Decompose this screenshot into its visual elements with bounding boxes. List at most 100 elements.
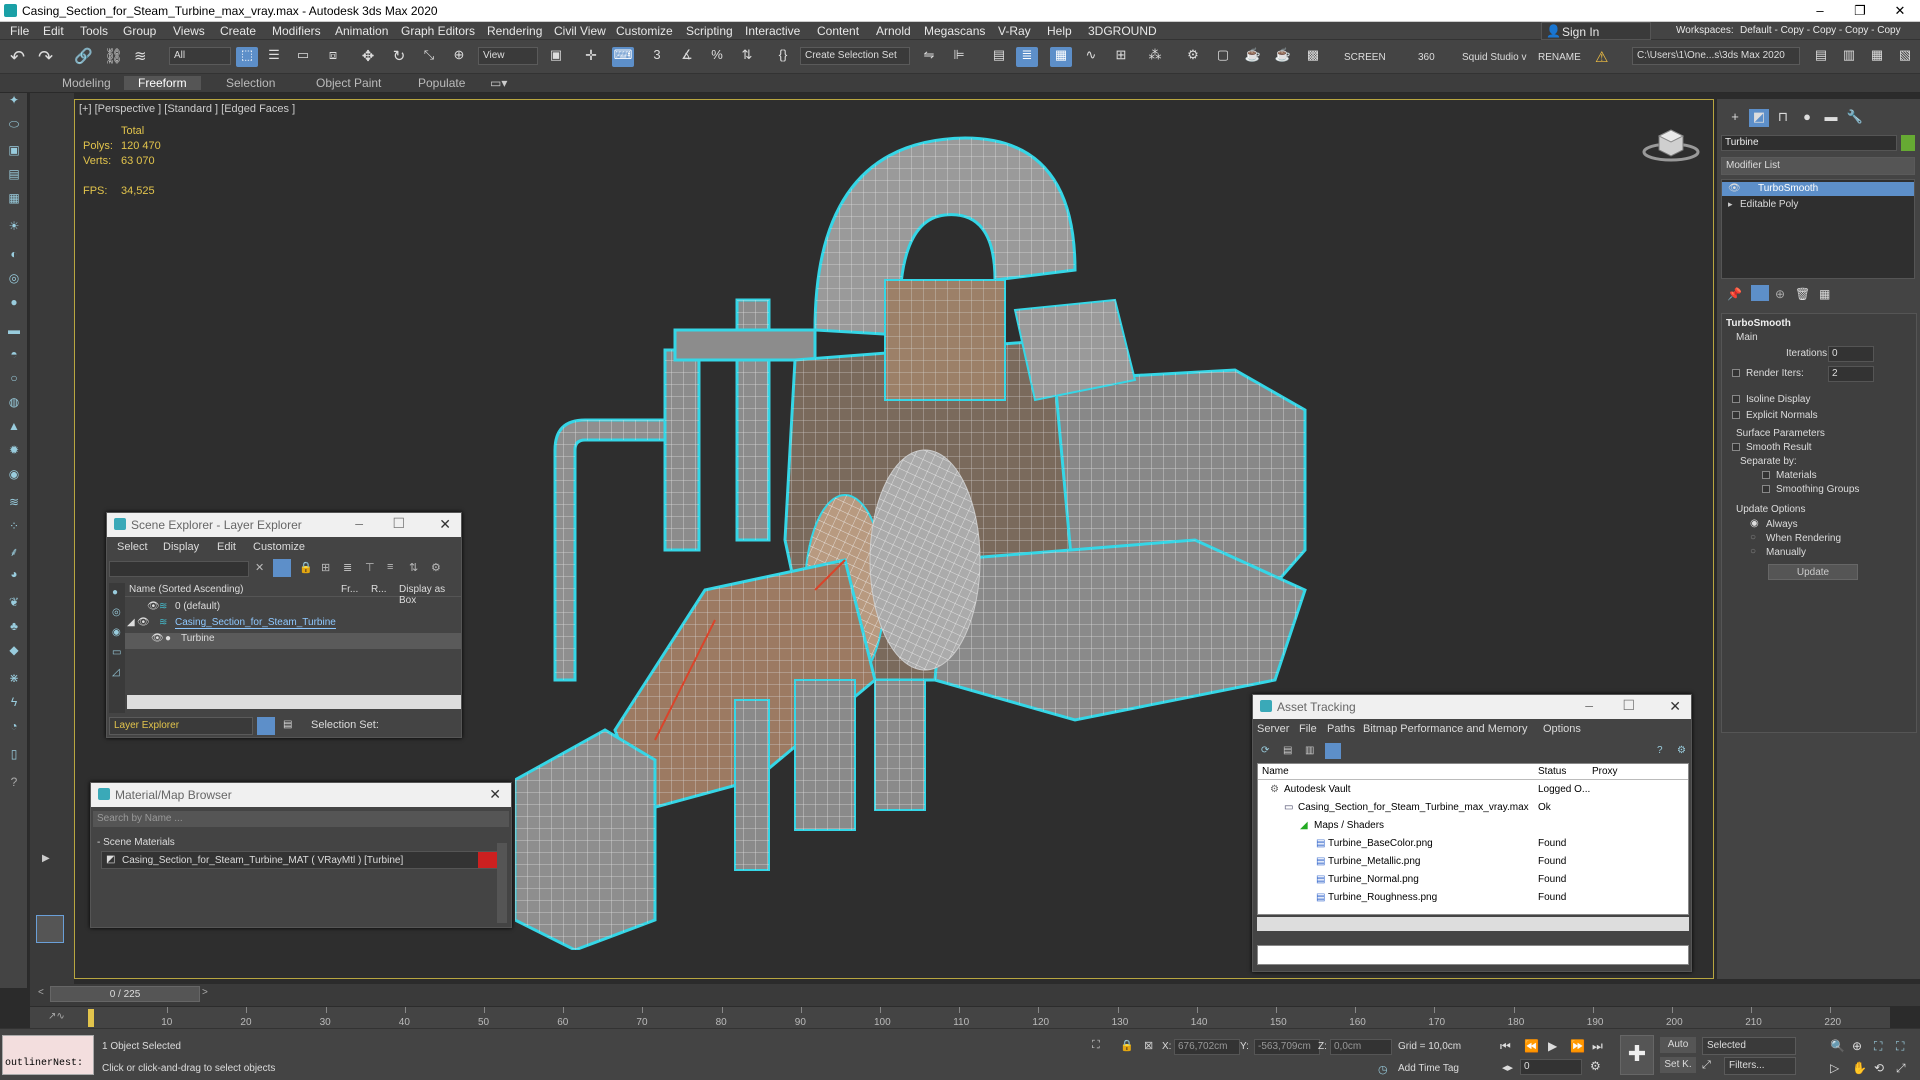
materials-checkbox[interactable] [1762,470,1774,481]
shapes-icon[interactable]: ⬭ [5,117,23,133]
pin-stack-icon[interactable]: 📌 [1727,287,1742,301]
show-end-result-icon[interactable] [1751,285,1769,301]
explorer-type-dropdown[interactable]: Layer Explorer [109,717,253,735]
scene-materials-section[interactable]: - Scene Materials [97,837,175,848]
filters-button[interactable]: Filters... [1724,1057,1796,1075]
side-icon-1[interactable]: ● [112,587,118,598]
se-search-input[interactable] [109,561,249,577]
menu-group[interactable]: Group [123,24,156,38]
add-time-tag[interactable]: Add Time Tag [1398,1063,1459,1074]
at-menu-server[interactable]: Server [1257,723,1289,735]
table-row[interactable]: ▤ Turbine_Normal.png Found [1258,872,1688,888]
maxscript-listener[interactable]: outlinerNest: [2,1035,94,1075]
manually-radio[interactable]: ○ [1750,546,1756,557]
make-unique-icon[interactable]: ⊕ [1775,287,1785,301]
key-mode-toggle-icon[interactable]: ⤢ [1702,1059,1711,1072]
layout-icon[interactable]: ▥ [1838,47,1860,67]
sort-icon[interactable]: ⇅ [409,561,418,574]
go-to-end-icon[interactable]: ⏭ [1592,1039,1603,1054]
motion-tab-icon[interactable]: ● [1797,109,1817,127]
sphere-icon[interactable]: ● [5,295,23,311]
menu-content[interactable]: Content [817,24,859,38]
scale-icon[interactable]: ⤡ [418,47,440,67]
angle-snap-icon[interactable]: ∡ [676,47,698,67]
menu-edit[interactable]: Edit [43,24,64,38]
viewport-label[interactable]: [+] [Perspective ] [Standard ] [Edged Fa… [79,103,295,115]
x-coordinate-field[interactable]: 676,702cm [1174,1039,1240,1055]
menu-tools[interactable]: Tools [80,24,108,38]
link-icon[interactable]: 🔗 [74,47,96,67]
refresh-icon[interactable]: ⟳ [1261,745,1269,756]
material-browser-titlebar[interactable]: Material/Map Browser ✕ [91,783,511,807]
stack-icon[interactable]: ≡ [387,561,393,573]
hierarchy-icon[interactable]: ⊤ [365,561,375,574]
fov-icon[interactable]: ▷ [1830,1061,1839,1075]
viewcube[interactable] [1641,122,1703,168]
curve-editor-icon[interactable]: ∿ [1080,47,1102,67]
set-key-big-icon[interactable]: ✚ [1620,1035,1654,1075]
modifier-list-dropdown[interactable]: Modifier List [1721,157,1915,175]
col-freeze[interactable]: Fr... [341,584,358,595]
rotate-icon[interactable]: ↻ [388,47,410,67]
create-tab-icon[interactable]: + [1725,109,1745,127]
se-menu-select[interactable]: Select [117,541,148,553]
layer-explorer-icon[interactable]: ≣ [1016,47,1038,67]
tab-modeling[interactable]: Modeling [62,76,111,90]
create-icon[interactable]: ✦ [5,93,23,109]
maximize-viewport-icon[interactable]: ⤢ [1896,1061,1906,1076]
zoom-extents-all-icon[interactable]: ⛶ [1896,1039,1904,1054]
col-render[interactable]: R... [371,584,387,595]
screen-label[interactable]: SCREEN [1344,52,1386,63]
rock-icon[interactable]: ◆ [5,643,23,659]
selection-set-icon[interactable]: ▤ [283,719,292,730]
always-radio[interactable]: ◉ [1750,518,1759,529]
go-to-start-icon[interactable]: ⏮ [1500,1039,1511,1054]
pan-icon[interactable]: ✋ [1852,1061,1867,1075]
menu-arnold[interactable]: Arnold [876,24,911,38]
filter-curve-icon[interactable]: ↗∿ [48,1011,65,1022]
orbit-icon[interactable]: ⟲ [1874,1061,1884,1075]
object-color-swatch[interactable] [1901,135,1915,151]
material-browser-close[interactable]: ✕ [489,786,501,803]
menu-scripting[interactable]: Scripting [686,24,733,38]
remove-modifier-icon[interactable]: 🗑 [1795,287,1810,301]
zoom-icon[interactable]: 🔍 [1830,1039,1845,1053]
tab-populate[interactable]: Populate [418,76,465,90]
placement-icon[interactable]: ⊕ [448,47,470,67]
side-icon-5[interactable]: ◿ [112,667,120,678]
project-path-dropdown[interactable]: C:\Users\1\One...s\3ds Max 2020 [1632,47,1800,65]
table-row[interactable]: ▤ Turbine_BaseColor.png Found [1258,836,1688,852]
asset-hscrollbar[interactable] [1257,917,1689,931]
box-icon[interactable]: ▣ [5,143,23,159]
track-bar[interactable]: ↗∿ 10 20 30 40 50 60 70 80 90 100 110 120 130 140 150 1… [30,1006,1890,1028]
rollout-title[interactable]: TurboSmooth [1726,318,1791,329]
help-icon[interactable]: ? [5,775,23,791]
explicit-normals-checkbox[interactable] [1732,410,1744,421]
menu-file[interactable]: File [10,24,29,38]
asset-tracking-minimize[interactable]: – [1585,697,1593,713]
material-search-input[interactable]: Search by Name ... [93,811,509,827]
col-asset-proxy[interactable]: Proxy [1592,766,1618,777]
asset-tracking-maximize[interactable]: ☐ [1622,697,1635,714]
visibility-icon[interactable]: 👁 [137,617,150,628]
key-mode-icon[interactable]: ◂▸ [1502,1061,1513,1074]
list-icon[interactable]: ▦ [5,191,23,207]
asset-tracking-close[interactable]: ✕ [1669,698,1681,715]
asset-tracking-titlebar[interactable]: Asset Tracking – ☐ ✕ [1253,695,1691,719]
settings-icon[interactable]: ⚙ [431,561,441,574]
dome-icon[interactable]: ◓ [5,347,23,363]
scene-explorer-icon[interactable]: ▤ [988,47,1010,67]
rect-selection-icon[interactable]: ▭ [292,47,314,67]
layer-row[interactable]: ◢ 👁 ≋ Casing_Section_for_Steam_Turbine [125,617,461,633]
when-rendering-radio[interactable]: ○ [1750,532,1756,543]
snaps-toggle-icon[interactable]: 3 [646,47,668,67]
ball-icon[interactable]: ○ [5,371,23,387]
layer-footer-icon[interactable] [257,717,275,735]
warning-icon[interactable]: ⚠ [1595,48,1608,66]
move-icon[interactable]: ✥ [357,47,379,67]
isoline-checkbox[interactable] [1732,394,1744,405]
maximize-button[interactable]: ❐ [1840,2,1880,20]
render-iters-checkbox[interactable] [1732,368,1744,379]
settings-small-icon[interactable]: ⚙ [1677,745,1686,756]
se-menu-customize[interactable]: Customize [253,541,305,553]
